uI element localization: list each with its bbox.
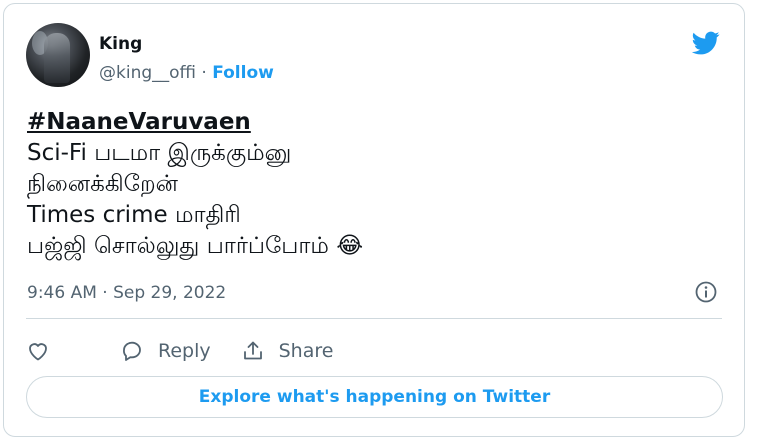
share-icon bbox=[243, 341, 262, 360]
like-button[interactable] bbox=[26, 339, 64, 363]
tweet-card: King @king__offi · Follow #NaaneVaruvaen… bbox=[3, 3, 745, 437]
share-label: Share bbox=[278, 340, 334, 362]
action-bar: Reply Share bbox=[26, 337, 363, 365]
tweet-line: Times crime மாதிரி bbox=[27, 202, 241, 228]
reply-bubble-icon bbox=[123, 341, 141, 361]
handle-separator: · bbox=[201, 63, 207, 83]
tweet-line: Sci-Fi படமா இருக்கும்னு bbox=[27, 140, 292, 166]
tweet-timestamp[interactable]: 9:46 AM · Sep 29, 2022 bbox=[27, 283, 226, 303]
avatar[interactable] bbox=[26, 23, 90, 87]
tweet-line: பஜ்ஜி சொல்லுது பார்ப்போம் 😂 bbox=[27, 233, 364, 259]
avatar-figure bbox=[44, 33, 70, 83]
share-button[interactable]: Share bbox=[241, 339, 334, 363]
reply-button[interactable]: Reply bbox=[120, 339, 211, 363]
author-handle[interactable]: @king__offi bbox=[99, 63, 196, 83]
divider bbox=[26, 318, 722, 319]
author-name[interactable]: King bbox=[99, 34, 142, 54]
author-handle-row: @king__offi · Follow bbox=[99, 62, 274, 84]
reply-label: Reply bbox=[158, 340, 211, 362]
follow-button[interactable]: Follow bbox=[212, 63, 274, 83]
explore-button[interactable]: Explore what's happening on Twitter bbox=[26, 376, 723, 418]
hashtag-link[interactable]: #NaaneVaruvaen bbox=[27, 107, 363, 138]
tweet-text: #NaaneVaruvaen Sci-Fi படமா இருக்கும்னு ந… bbox=[27, 107, 363, 262]
twitter-bird-icon[interactable] bbox=[690, 29, 722, 57]
info-icon[interactable] bbox=[694, 280, 718, 304]
tweet-line: நினைக்கிறேன் bbox=[27, 171, 178, 197]
heart-icon bbox=[29, 343, 47, 361]
